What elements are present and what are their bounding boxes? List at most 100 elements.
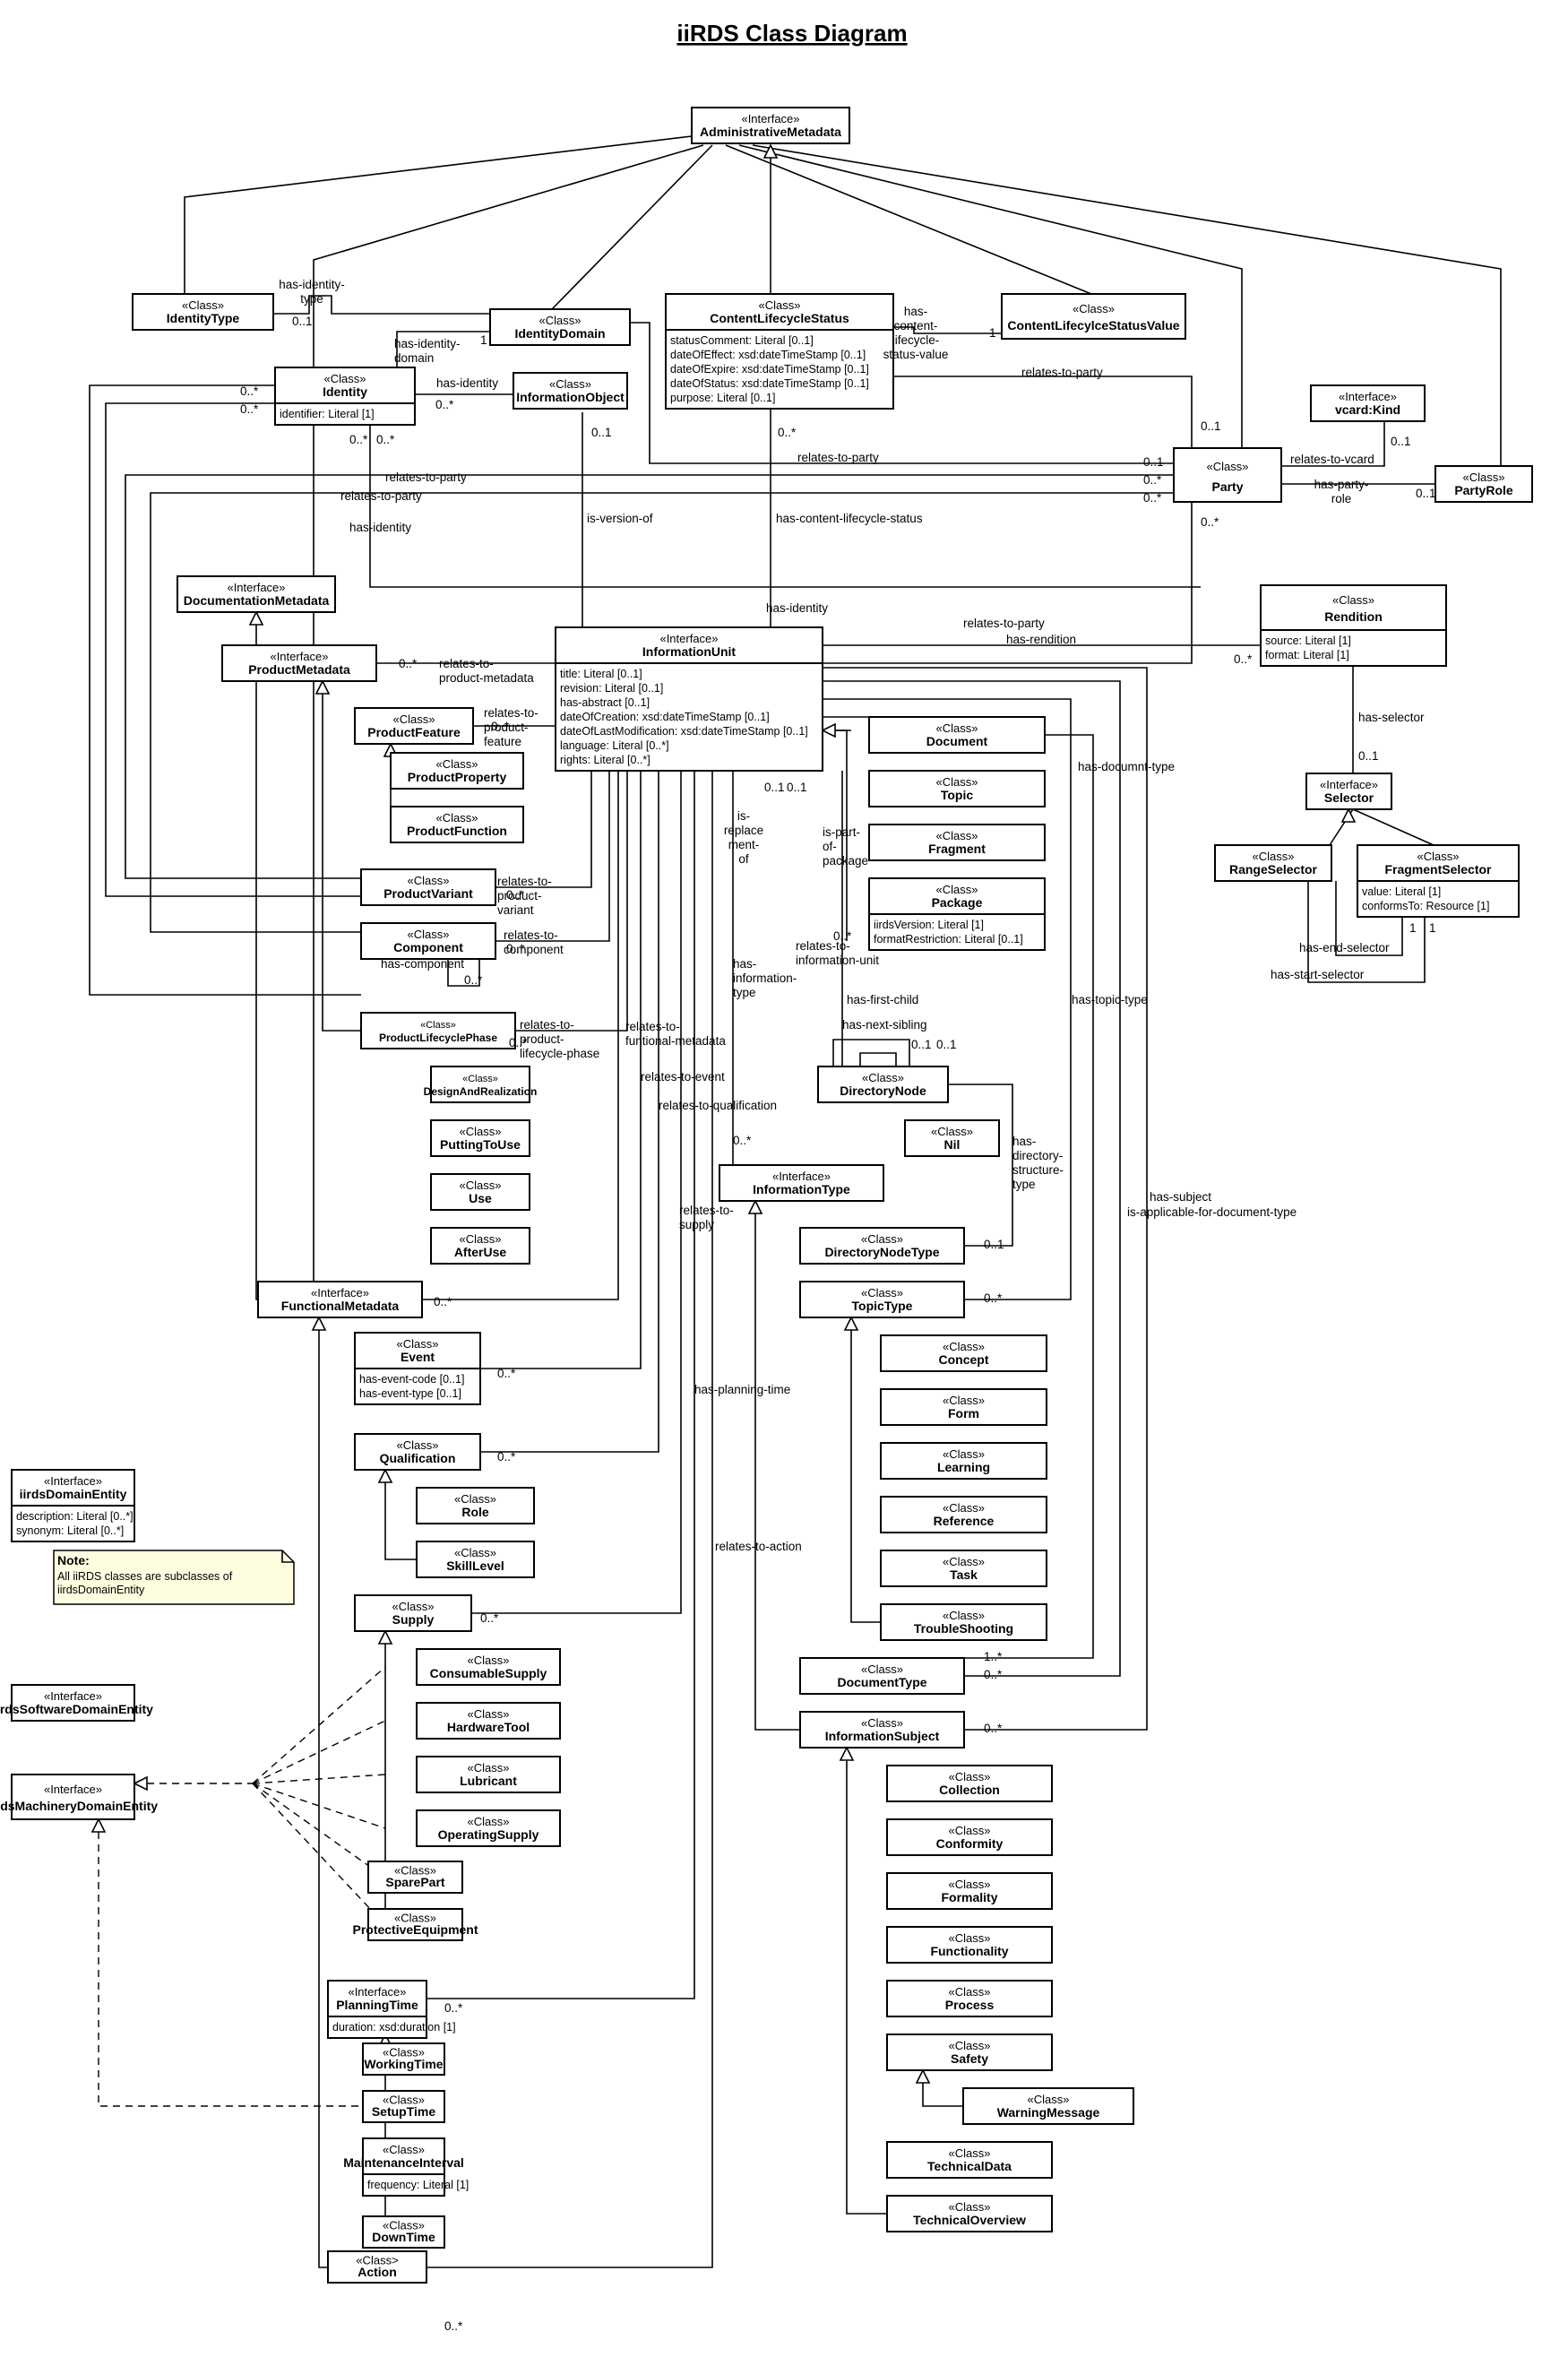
class-skill-level[interactable]: «Class»SkillLevel xyxy=(416,1541,535,1578)
class-package[interactable]: «Class»Package iirdsVersion: Literal [1] f… xyxy=(868,877,1046,951)
class-document[interactable]: «Class»Document xyxy=(868,716,1046,754)
class-safety[interactable]: «Class»Safety xyxy=(886,2034,1053,2071)
class-information-unit[interactable]: «Interface»InformationUnittitle: Literal… xyxy=(555,626,823,772)
association-line xyxy=(1352,808,1434,846)
class-identity-type[interactable]: «Class»IdentityType xyxy=(132,293,274,331)
class-maintenance-interval[interactable]: «Class»MaintenanceInterval frequency: Lit… xyxy=(343,2137,469,2197)
label-has-content-lifecycle-status-value: lifecycle- xyxy=(892,333,940,347)
class-fragment-selector[interactable]: «Class»FragmentSelector value: Literal [1… xyxy=(1357,844,1520,918)
multiplicity: 0..* xyxy=(778,426,797,439)
class-protective-equipment[interactable]: «Class»ProtectiveEquipment xyxy=(352,1908,478,1941)
class-setup-time[interactable]: «Class»SetupTime xyxy=(362,2090,445,2123)
label-has-first-child: has-first-child xyxy=(847,993,918,1006)
class-iirds-machinery-domain-entity[interactable]: «Interface» iirdsMachineryDomainEntity xyxy=(0,1774,158,1820)
class-name: ProductMetadata xyxy=(248,662,350,677)
class-name: InformationObject xyxy=(516,390,625,404)
class-hardware-tool[interactable]: «Class»HardwareTool xyxy=(416,1702,561,1740)
class-range-selector[interactable]: «Class»RangeSelector xyxy=(1214,844,1332,882)
class-use[interactable]: «Class»Use xyxy=(430,1173,530,1211)
multiplicity: 0..* xyxy=(399,657,418,670)
class-consumable-supply[interactable]: «Class»ConsumableSupply xyxy=(416,1648,561,1686)
class-working-time[interactable]: «Class»WorkingTime xyxy=(362,2042,445,2076)
class-supply[interactable]: «Class»Supply xyxy=(354,1594,472,1632)
class-selector[interactable]: «Interface»Selector xyxy=(1305,773,1392,810)
class-spare-part[interactable]: «Class»SparePart xyxy=(367,1861,463,1894)
class-action[interactable]: «Class>Action xyxy=(327,2250,427,2284)
class-party[interactable]: «Class» Party xyxy=(1173,447,1282,503)
class-attribute: formatRestriction: Literal [0..1] xyxy=(874,933,1023,946)
class-information-type[interactable]: «Interface»InformationType xyxy=(719,1164,884,1202)
class-identity-domain[interactable]: «Class»IdentityDomain xyxy=(489,308,631,346)
class-identity[interactable]: «Class»Identity identifier: Literal [1] xyxy=(274,367,416,426)
class-content-lifecycle-status-value[interactable]: «Class» ContentLifecylceStatusValue xyxy=(1001,293,1186,340)
class-topic[interactable]: «Class»Topic xyxy=(868,770,1046,807)
class-after-use[interactable]: «Class»AfterUse xyxy=(430,1227,530,1265)
generalization-arrow xyxy=(843,1316,859,1331)
class-formality[interactable]: «Class»Formality xyxy=(886,1872,1053,1910)
class-trouble-shooting[interactable]: «Class»TroubleShooting xyxy=(880,1603,1047,1641)
label-relates-to-vcard: relates-to-vcard xyxy=(1290,453,1374,466)
label-has-topic-type: has-topic-type xyxy=(1072,993,1148,1006)
multiplicity: 0..* xyxy=(435,398,454,411)
label-relates-to-party: relates-to-party xyxy=(385,471,467,484)
class-attribute: duration: xsd:duration [1] xyxy=(332,2021,456,2034)
class-putting-to-use[interactable]: «Class»PuttingToUse xyxy=(430,1119,530,1157)
class-administrative-metadata[interactable]: «Interface»AdministrativeMetadata xyxy=(691,107,850,144)
class-warning-message[interactable]: «Class»WarningMessage xyxy=(962,2087,1134,2125)
class-planning-time[interactable]: «Interface»PlanningTime duration: xsd:dur… xyxy=(327,1980,456,2039)
class-event[interactable]: «Class»Event has-event-code [0..1]has-eve… xyxy=(354,1332,481,1405)
stereotype: «Class» xyxy=(949,1824,991,1837)
class-qualification[interactable]: «Class»Qualification xyxy=(354,1433,481,1471)
class-content-lifecycle-status[interactable]: «Class»ContentLifecycleStatus statusComme… xyxy=(665,293,894,410)
class-attribute: language: Literal [0..*] xyxy=(560,739,669,752)
class-product-feature[interactable]: «Class»ProductFeature xyxy=(354,707,474,745)
class-document-type[interactable]: «Class»DocumentType xyxy=(799,1657,965,1695)
class-product-property[interactable]: «Class»ProductProperty xyxy=(390,752,524,790)
class-role[interactable]: «Class»Role xyxy=(416,1487,535,1524)
class-technical-data[interactable]: «Class»TechnicalData xyxy=(886,2141,1053,2179)
class-functional-metadata[interactable]: «Interface»FunctionalMetadata xyxy=(257,1281,423,1318)
class-product-lifecycle-phase[interactable]: «Class»ProductLifecyclePhase xyxy=(360,1012,516,1049)
class-documentation-metadata[interactable]: «Interface»DocumentationMetadata xyxy=(177,575,336,613)
association-line xyxy=(725,144,1092,295)
stereotype: «Interface» xyxy=(741,112,799,125)
class-component[interactable]: «Class»Component xyxy=(360,922,496,960)
class-vcard-kind[interactable]: «Interface»vcard:Kind xyxy=(1310,384,1426,422)
class-operating-supply[interactable]: «Class»OperatingSupply xyxy=(416,1809,561,1847)
class-concept[interactable]: «Class»Concept xyxy=(880,1334,1047,1372)
class-process[interactable]: «Class»Process xyxy=(886,1980,1053,2017)
class-task[interactable]: «Class»Task xyxy=(880,1550,1047,1587)
class-information-object[interactable]: «Class»InformationObject xyxy=(513,372,628,410)
class-collection[interactable]: «Class»Collection xyxy=(886,1765,1053,1802)
class-reference[interactable]: «Class»Reference xyxy=(880,1496,1047,1533)
class-attribute: dateOfStatus: xsd:dateTimeStamp [0..1] xyxy=(670,377,869,390)
note-text: iirdsDomainEntity xyxy=(57,1584,145,1596)
class-design-and-realization[interactable]: «Class»DesignAndRealization xyxy=(424,1066,538,1103)
class-conformity[interactable]: «Class»Conformity xyxy=(886,1818,1053,1856)
class-information-subject[interactable]: «Class»InformationSubject xyxy=(799,1711,965,1749)
class-party-role[interactable]: «Class»PartyRole xyxy=(1434,465,1533,503)
note: Note: All iiRDS classes are subclasses of… xyxy=(53,1550,295,1605)
class-nil[interactable]: «Class»Nil xyxy=(904,1119,1000,1157)
class-rendition[interactable]: «Class» Rendition source: Literal [1] forma… xyxy=(1260,584,1447,667)
class-iirds-software-domain-entity[interactable]: «Interface»iirdsSoftwareDomainEntity xyxy=(0,1684,153,1722)
class-functionality[interactable]: «Class»Functionality xyxy=(886,1926,1053,1964)
class-fragment[interactable]: «Class»Fragment xyxy=(868,824,1046,861)
class-iirds-domain-entity[interactable]: «Interface»iirdsDomainEntity description:… xyxy=(11,1469,135,1542)
class-product-function[interactable]: «Class»ProductFunction xyxy=(390,806,524,843)
class-lubricant[interactable]: «Class»Lubricant xyxy=(416,1756,561,1793)
stereotype: «Class» xyxy=(454,1492,496,1506)
class-down-time[interactable]: «Class»DownTime xyxy=(362,2215,445,2249)
class-directory-node-type[interactable]: «Class»DirectoryNodeType xyxy=(799,1227,965,1265)
stereotype: «Interface» xyxy=(659,632,718,645)
class-form[interactable]: «Class»Form xyxy=(880,1388,1047,1426)
class-product-metadata[interactable]: «Interface»ProductMetadata xyxy=(221,644,377,682)
multiplicity: 0..* xyxy=(833,929,852,943)
generalization-arrow xyxy=(377,1468,393,1483)
class-product-variant[interactable]: «Class»ProductVariant xyxy=(360,868,496,906)
class-technical-overview[interactable]: «Class»TechnicalOverview xyxy=(886,2195,1053,2232)
class-directory-node[interactable]: «Class»DirectoryNode xyxy=(817,1066,949,1103)
class-learning[interactable]: «Class»Learning xyxy=(880,1442,1047,1480)
class-topic-type[interactable]: «Class»TopicType xyxy=(799,1281,965,1318)
stereotype: «Class» xyxy=(1073,302,1115,315)
